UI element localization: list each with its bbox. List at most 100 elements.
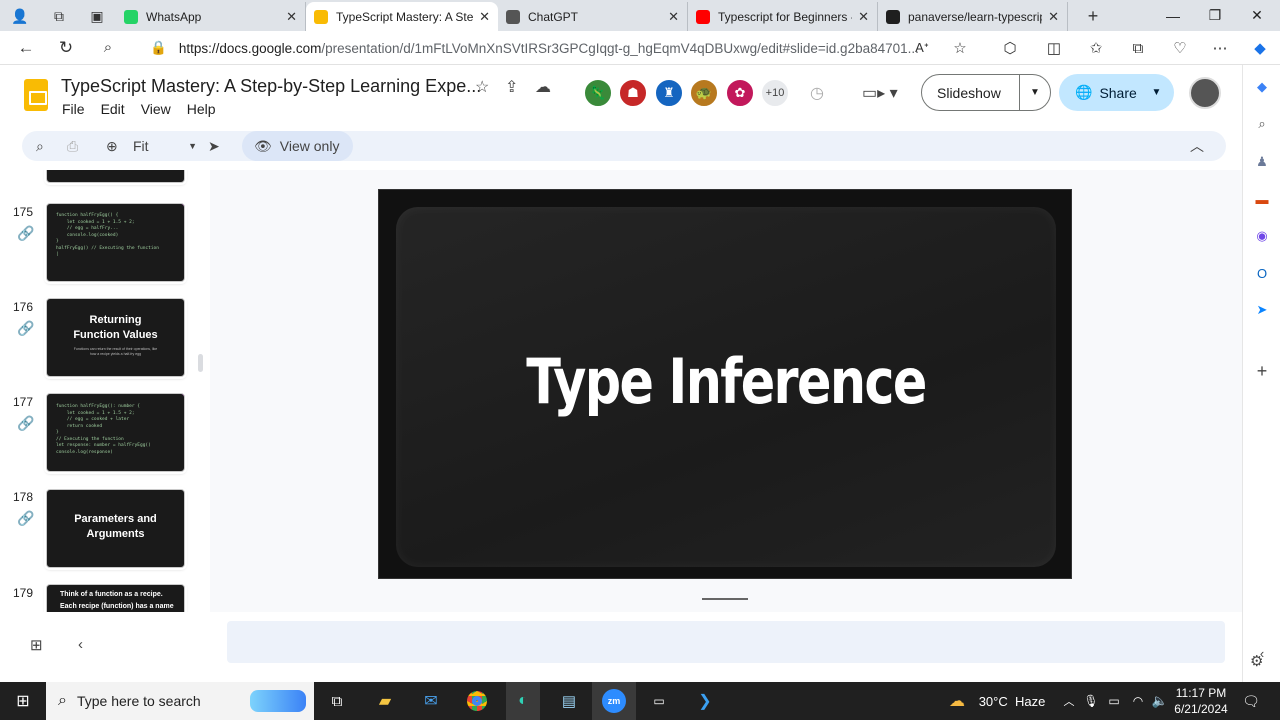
collaborator-overflow[interactable]: +10	[760, 78, 790, 108]
share-dropdown-icon[interactable]: ▼	[1151, 87, 1161, 98]
browser-tab[interactable]: panaverse/learn-typescrip ✕	[878, 2, 1068, 31]
tab-actions-icon[interactable]: ▣	[78, 2, 116, 31]
clock[interactable]: 11:17 PM 6/21/2024	[1172, 682, 1230, 720]
collapse-filmstrip-icon[interactable]: ‹	[78, 636, 83, 653]
notepad-icon[interactable]: ▤	[552, 682, 586, 720]
collaborator-avatar[interactable]: ☗	[618, 78, 648, 108]
collaborator-avatar[interactable]: 🦎	[583, 78, 613, 108]
meet-camera-icon[interactable]: ▭▸ ▾	[862, 83, 898, 103]
view-only-button[interactable]: 👁 View only	[242, 131, 354, 161]
sidebar-tools-icon[interactable]: ▬	[1252, 189, 1272, 209]
slide-thumbnail[interactable]: function halfFryEgg() { let cooked = 1 +…	[46, 203, 185, 282]
menu-edit[interactable]: Edit	[101, 101, 125, 117]
version-history-icon[interactable]: ◷	[810, 83, 824, 103]
show-hidden-icons[interactable]: ︿	[1060, 682, 1078, 720]
taskbar-search-field[interactable]: ⌕ Type here to search	[46, 682, 314, 720]
workspaces-icon[interactable]: ⧉	[40, 2, 78, 31]
slide-thumbnail[interactable]: Parameters and Arguments	[46, 489, 185, 568]
split-screen-icon[interactable]: ◫	[1036, 31, 1072, 65]
more-menu-icon[interactable]: ⋯	[1202, 31, 1238, 65]
doc-title[interactable]: TypeScript Mastery: A Step-by-Step Learn…	[61, 76, 481, 97]
browser-essentials-icon[interactable]: ♡	[1162, 31, 1198, 65]
slide-thumbnail[interactable]: Returning Function Values Functions can …	[46, 298, 185, 377]
zoom-icon[interactable]: ⊕	[106, 131, 118, 161]
vscode-icon[interactable]: ❯	[688, 682, 722, 720]
sidebar-chess-icon[interactable]: ♟	[1252, 152, 1272, 172]
zoom-select[interactable]: Fit ▼	[133, 131, 197, 161]
windows-start-icon[interactable]: ⊞	[0, 682, 46, 720]
volume-icon[interactable]: 🔈	[1150, 682, 1170, 720]
cloud-status-icon[interactable]: ☁	[535, 77, 551, 97]
terminal-icon[interactable]: ▭	[642, 682, 676, 720]
close-tab-icon[interactable]: ✕	[286, 9, 297, 25]
move-icon[interactable]: ⇪	[505, 77, 518, 97]
star-icon[interactable]: ☆	[475, 77, 489, 97]
minimize-icon[interactable]: —	[1152, 0, 1194, 31]
slideshow-button[interactable]: Slideshow ▼	[921, 74, 1051, 111]
task-view-icon[interactable]: ⧉	[320, 682, 354, 720]
mail-icon[interactable]: ✉	[414, 682, 448, 720]
browser-tab[interactable]: ChatGPT ✕	[498, 2, 688, 31]
slide-thumbnail[interactable]: function halfFryEgg(): number { let cook…	[46, 393, 185, 472]
microphone-icon[interactable]: 🎙	[1082, 682, 1100, 720]
sidebar-send-icon[interactable]: ➤	[1252, 300, 1272, 320]
favorite-star-icon[interactable]: ☆	[942, 31, 978, 65]
zoom-app-icon[interactable]: zm	[592, 682, 636, 720]
search-menus-icon[interactable]: ⌕	[36, 131, 44, 161]
browser-tab[interactable]: WhatsApp ✕	[116, 2, 306, 31]
share-button[interactable]: 🌐 Share ▼	[1059, 74, 1174, 111]
collections-icon[interactable]: ⧉	[1120, 31, 1156, 65]
favorites-icon[interactable]: ✩	[1078, 31, 1114, 65]
collaborator-avatar[interactable]: ✿	[725, 78, 755, 108]
sidebar-m365-icon[interactable]: ◉	[1252, 226, 1272, 246]
sidebar-pin-icon[interactable]: ◆	[1252, 77, 1272, 97]
menu-file[interactable]: File	[62, 101, 85, 117]
current-slide[interactable]: Type Inference	[378, 189, 1072, 579]
close-tab-icon[interactable]: ✕	[479, 9, 490, 25]
grid-view-icon[interactable]: ⊞	[30, 636, 43, 654]
reload-icon[interactable]: ↻	[46, 31, 86, 65]
collaborator-avatar[interactable]: ♜	[654, 78, 684, 108]
weather-icon[interactable]: ☁	[944, 682, 970, 720]
filmstrip-scrollbar[interactable]	[198, 354, 203, 372]
close-tab-icon[interactable]: ✕	[668, 9, 679, 25]
new-tab-icon[interactable]: +	[1074, 2, 1112, 31]
sidebar-search-icon[interactable]: ⌕	[1252, 114, 1272, 134]
restore-icon[interactable]: ❐	[1194, 0, 1236, 31]
menu-view[interactable]: View	[141, 101, 171, 117]
close-tab-icon[interactable]: ✕	[858, 9, 869, 25]
url-field[interactable]: 🔒 https://docs.google.com/presentation/d…	[150, 35, 980, 61]
collapse-toolbar-icon[interactable]: ︿	[1190, 131, 1204, 161]
sidebar-outlook-icon[interactable]: O	[1252, 263, 1272, 283]
speaker-notes-resize-handle[interactable]	[702, 598, 748, 600]
menu-help[interactable]: Help	[187, 101, 216, 117]
notifications-icon[interactable]: 🗨	[1236, 682, 1266, 720]
slides-logo-icon[interactable]	[24, 79, 48, 111]
profile-icon[interactable]: 👤	[0, 2, 40, 31]
sidebar-add-icon[interactable]: +	[1252, 361, 1272, 381]
battery-icon[interactable]: ▭	[1104, 682, 1124, 720]
read-aloud-icon[interactable]: Aᐩ	[904, 31, 940, 65]
close-tab-icon[interactable]: ✕	[1048, 9, 1059, 25]
close-window-icon[interactable]: ✕	[1236, 0, 1278, 31]
user-avatar[interactable]	[1189, 77, 1221, 109]
print-icon[interactable]: ⎙	[67, 131, 78, 161]
edge-icon[interactable]: ◐	[506, 682, 540, 720]
select-cursor-icon[interactable]: ➤	[208, 131, 220, 161]
slide-thumbnail[interactable]: Think of a function as a recipe. Each re…	[46, 584, 185, 612]
search-icon[interactable]: ⌕	[88, 31, 128, 65]
wifi-icon[interactable]: ◠	[1128, 682, 1148, 720]
slide-thumbnail-partial[interactable]	[46, 170, 185, 183]
file-explorer-icon[interactable]: ▰	[368, 682, 402, 720]
copilot-icon[interactable]: ◆	[1242, 31, 1278, 65]
browser-tab[interactable]: TypeScript Mastery: A Step ✕	[306, 2, 498, 31]
collaborator-avatar[interactable]: 🐢	[689, 78, 719, 108]
slideshow-dropdown-icon[interactable]: ▼	[1030, 87, 1040, 98]
speaker-notes[interactable]	[227, 621, 1225, 663]
extensions-icon[interactable]: ⬡	[992, 31, 1028, 65]
weather-text[interactable]: 30°C Haze	[974, 682, 1050, 720]
back-icon[interactable]: ←	[6, 31, 46, 65]
settings-icon[interactable]: ⚙	[1250, 652, 1263, 670]
chrome-icon[interactable]	[460, 682, 494, 720]
browser-tab[interactable]: Typescript for Beginners - ✕	[688, 2, 878, 31]
